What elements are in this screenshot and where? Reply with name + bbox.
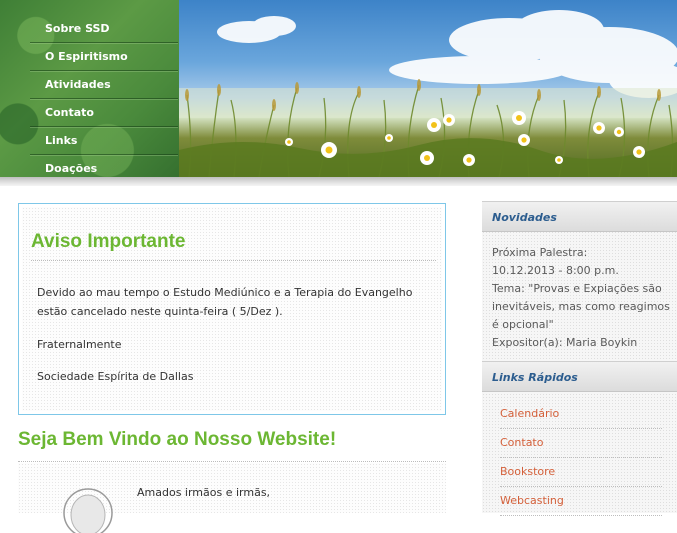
news-line-3: Tema: "Provas e Expiações são (492, 282, 662, 295)
nav-item-espiritismo: O Espiritismo (30, 44, 178, 71)
news-line-6: Expositor(a): Maria Boykin (492, 336, 638, 349)
nav-item-contato: Contato (30, 100, 178, 127)
news-line-2: 10.12.2013 - 8:00 p.m. (492, 264, 619, 277)
notice-signature: Sociedade Espírita de Dallas (37, 370, 194, 383)
news-line-1: Próxima Palestra: (492, 246, 588, 259)
quick-link-contato[interactable]: Contato (500, 429, 662, 458)
header-banner-image (179, 0, 677, 177)
header-divider (0, 177, 677, 186)
speaker-photo (63, 488, 113, 533)
notice-title: Aviso Importante (31, 231, 186, 252)
nav-link-atividades[interactable]: Atividades (30, 72, 178, 98)
nav-link-contato[interactable]: Contato (30, 100, 178, 126)
quick-link-bookstore[interactable]: Bookstore (500, 458, 662, 487)
quick-link-calendario[interactable]: Calendário (500, 400, 662, 429)
nav-item-sobre: Sobre SSD (30, 16, 178, 43)
nav-link-espiritismo[interactable]: O Espiritismo (30, 44, 178, 70)
notice-paragraph-line2: estão cancelado neste quinta-feira ( 5/D… (37, 305, 283, 318)
welcome-greeting: Amados irmãos e irmãs, (137, 486, 271, 499)
nav-item-atividades: Atividades (30, 72, 178, 99)
news-line-4: inevitáveis, mas como reagimos (492, 300, 670, 313)
daisy-field-illustration (179, 10, 677, 177)
nav-item-links: Links (30, 128, 178, 155)
news-line-5: é opcional" (492, 318, 554, 331)
notice-box-body: Aviso Importante Devido ao mau tempo o E… (22, 207, 442, 411)
nav-link-sobre[interactable]: Sobre SSD (30, 16, 178, 42)
quick-links-heading: Links Rápidos (482, 361, 677, 392)
welcome-title: Seja Bem Vindo ao Nosso Website! (18, 429, 337, 450)
sidebar: Novidades Próxima Palestra: 10.12.2013 -… (482, 201, 677, 516)
main-nav: Sobre SSD O Espiritismo Atividades Conta… (0, 0, 179, 183)
news-heading: Novidades (482, 201, 677, 232)
welcome-content: Amados irmãos e irmãs, (18, 463, 446, 533)
notice-paragraph-line1: Devido ao mau tempo o Estudo Mediúnico e… (37, 286, 413, 299)
notice-signoff: Fraternalmente (37, 338, 122, 351)
notice-divider (31, 260, 436, 261)
nav-link-links[interactable]: Links (30, 128, 178, 154)
notice-box: Aviso Importante Devido ao mau tempo o E… (18, 203, 446, 415)
quick-link-webcasting[interactable]: Webcasting (500, 487, 662, 516)
welcome-divider (18, 461, 446, 462)
site-header: Sobre SSD O Espiritismo Atividades Conta… (0, 0, 677, 183)
